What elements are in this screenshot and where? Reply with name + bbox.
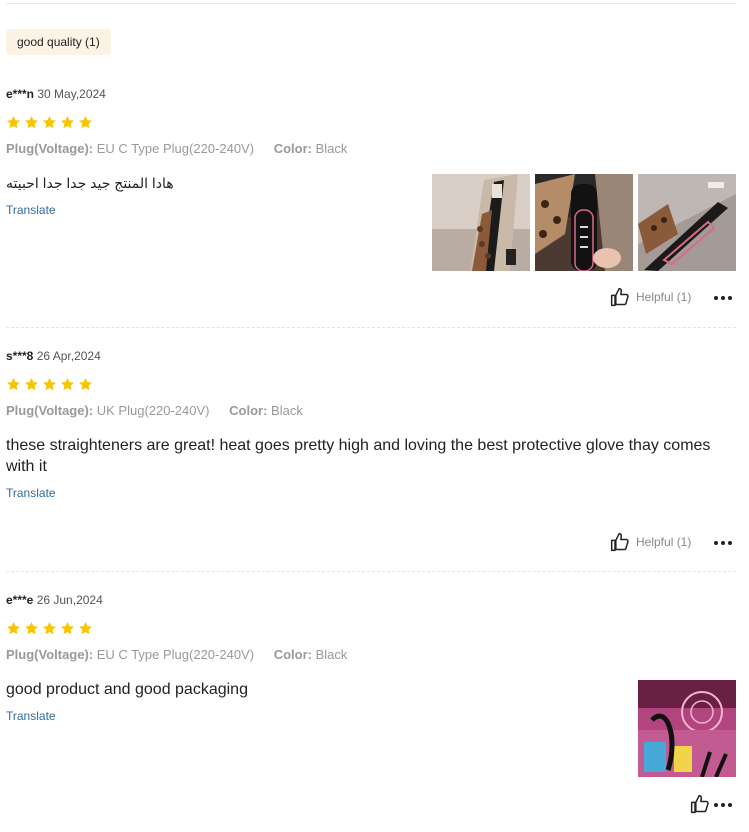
star-icon	[25, 621, 38, 635]
reviewer-name: e***e	[6, 593, 34, 607]
plug-label: Plug(Voltage):	[6, 647, 94, 662]
translate-link[interactable]: Translate	[6, 486, 56, 500]
review-photo[interactable]	[535, 174, 633, 271]
more-dots-icon[interactable]	[714, 538, 734, 548]
star-icon	[43, 115, 56, 129]
plug-value: EU C Type Plug(220-240V)	[96, 141, 255, 156]
review-text: هادا المنتج جيد جدا جدا احبيته	[6, 175, 174, 191]
helpful-button[interactable]	[690, 794, 710, 814]
review-photos	[638, 680, 736, 777]
helpful-label: Helpful (1)	[636, 290, 692, 304]
star-rating	[6, 621, 93, 637]
review-date: 26 Jun,2024	[36, 593, 103, 607]
review-meta: e***n 30 May,2024	[6, 87, 106, 101]
thumbs-up-icon	[610, 287, 629, 307]
translate-link[interactable]: Translate	[6, 203, 56, 217]
color-value: Black	[315, 141, 348, 156]
plug-label: Plug(Voltage):	[6, 403, 94, 418]
review-meta: s***8 26 Apr,2024	[6, 349, 101, 363]
review-photo[interactable]	[638, 174, 736, 271]
plug-value: EU C Type Plug(220-240V)	[96, 647, 255, 662]
star-icon	[79, 115, 92, 129]
review-photo[interactable]	[432, 174, 530, 271]
plug-label: Plug(Voltage):	[6, 141, 94, 156]
plug-value: UK Plug(220-240V)	[96, 403, 210, 418]
star-icon	[7, 115, 20, 129]
thumbs-up-icon	[610, 532, 629, 552]
review-photos	[432, 174, 736, 271]
review-date: 26 Apr,2024	[36, 349, 101, 363]
star-icon	[61, 377, 74, 391]
color-label: Color:	[229, 403, 268, 418]
reviewer-name: s***8	[6, 349, 34, 363]
thumbs-up-icon	[690, 794, 709, 814]
translate-link[interactable]: Translate	[6, 709, 56, 723]
color-value: Black	[271, 403, 303, 418]
review-meta: e***e 26 Jun,2024	[6, 593, 103, 607]
more-dots-icon[interactable]	[714, 293, 734, 303]
review-photo[interactable]	[638, 680, 736, 777]
sku-attributes: Plug(Voltage): EU C Type Plug(220-240V) …	[6, 141, 347, 156]
filter-tag-good-quality[interactable]: good quality (1)	[6, 29, 111, 55]
color-value: Black	[315, 647, 348, 662]
sku-attributes: Plug(Voltage): UK Plug(220-240V) Color: …	[6, 403, 303, 418]
review-text: these straighteners are great! heat goes…	[6, 437, 711, 475]
star-icon	[43, 621, 56, 635]
star-rating	[6, 377, 93, 393]
helpful-button[interactable]: Helpful (1)	[610, 287, 691, 307]
star-icon	[61, 115, 74, 129]
top-divider	[6, 3, 736, 4]
star-icon	[7, 377, 20, 391]
star-icon	[25, 377, 38, 391]
star-icon	[61, 621, 74, 635]
helpful-button[interactable]: Helpful (1)	[610, 532, 691, 552]
star-icon	[7, 621, 20, 635]
more-dots-icon[interactable]	[714, 800, 734, 810]
color-label: Color:	[273, 141, 312, 156]
star-rating	[6, 115, 93, 131]
review-divider	[6, 327, 736, 328]
star-icon	[79, 621, 92, 635]
review-text: good product and good packaging	[6, 681, 248, 698]
star-icon	[79, 377, 92, 391]
star-icon	[25, 115, 38, 129]
color-label: Color:	[273, 647, 312, 662]
star-icon	[43, 377, 56, 391]
review-divider	[6, 571, 736, 572]
sku-attributes: Plug(Voltage): EU C Type Plug(220-240V) …	[6, 647, 347, 662]
review-date: 30 May,2024	[37, 87, 106, 101]
helpful-label: Helpful (1)	[636, 535, 692, 549]
reviewer-name: e***n	[6, 87, 35, 101]
